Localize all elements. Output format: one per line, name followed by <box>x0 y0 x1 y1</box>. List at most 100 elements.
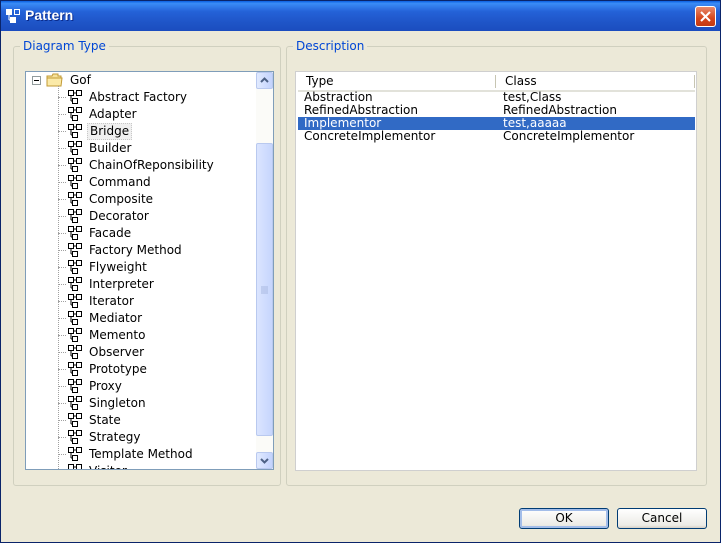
tree-node-label: Visitor <box>87 463 129 469</box>
diagram-type-tree[interactable]: Gof Abstract Factory Adapter Bridge Builder C… <box>25 71 274 470</box>
pattern-diagram-icon <box>68 158 82 172</box>
tree-connector <box>58 233 66 234</box>
tree-node-label: Flyweight <box>89 260 147 274</box>
pattern-diagram-icon <box>68 209 82 223</box>
tree-connector <box>58 284 66 285</box>
tree-node-label: Composite <box>89 192 154 206</box>
tree-connector <box>58 131 66 132</box>
pattern-diagram-icon <box>68 107 82 121</box>
tree-node-label: Gof <box>70 73 91 87</box>
pattern-diagram-icon <box>68 396 82 410</box>
tree-connector <box>58 318 66 319</box>
tree-node-label: Proxy <box>89 379 122 393</box>
pattern-diagram-icon <box>68 260 82 274</box>
ok-button[interactable]: OK <box>519 508 609 529</box>
pattern-diagram-icon <box>68 362 82 376</box>
tree-node-label: Memento <box>89 328 146 342</box>
cell-type: ConcreteImplementor <box>304 129 436 143</box>
pattern-diagram-icon <box>68 90 82 104</box>
tree-connector <box>58 386 66 387</box>
pattern-diagram-icon <box>68 345 82 359</box>
tree-connector <box>58 250 66 251</box>
collapse-icon[interactable] <box>32 76 41 85</box>
description-list[interactable]: Type Class Abstraction test,Class RefinedA… <box>295 71 697 471</box>
chevron-down-icon <box>260 458 269 464</box>
tree-connector <box>58 114 66 115</box>
pattern-diagram-icon <box>68 447 82 461</box>
tree-node-label: Adapter <box>89 107 137 121</box>
pattern-diagram-icon <box>68 328 82 342</box>
tree-connector <box>58 301 66 302</box>
tree-node-label: Builder <box>89 141 132 155</box>
tree-connector <box>58 335 66 336</box>
tree-connector <box>58 182 66 183</box>
list-row[interactable]: ConcreteImplementor ConcreteImplementor <box>298 130 695 143</box>
tree-connector-line <box>58 86 59 469</box>
tree-connector <box>58 437 66 438</box>
cell-class: ConcreteImplementor <box>503 129 635 143</box>
tree-node-label: Decorator <box>89 209 149 223</box>
tree-connector <box>58 148 66 149</box>
pattern-diagram-icon <box>68 192 82 206</box>
pattern-diagram-icon <box>68 311 82 325</box>
scroll-thumb[interactable] <box>256 143 273 436</box>
tree-connector <box>58 352 66 353</box>
column-header-type-label: Type <box>306 74 334 88</box>
tree-node-label: Prototype <box>89 362 147 376</box>
grip-icon <box>261 286 268 294</box>
tree-connector <box>58 454 66 455</box>
tree-node-label: Mediator <box>89 311 143 325</box>
scroll-up-button[interactable] <box>256 72 273 89</box>
tree-node-label: Factory Method <box>89 243 182 257</box>
tree-connector <box>58 165 66 166</box>
pattern-diagram-icon <box>68 277 82 291</box>
tree-connector <box>58 420 66 421</box>
column-separator[interactable] <box>694 75 695 88</box>
pattern-diagram-icon <box>68 124 82 138</box>
pattern-diagram-icon <box>68 464 82 469</box>
pattern-diagram-icon <box>68 379 82 393</box>
scroll-down-button[interactable] <box>256 452 273 469</box>
tree-connector <box>58 199 66 200</box>
tree-node-label: Facade <box>89 226 132 240</box>
title-bar[interactable]: Pattern <box>1 1 720 31</box>
tree-vertical-scrollbar[interactable] <box>256 72 273 469</box>
tree-connector <box>58 267 66 268</box>
pattern-diagram-icon <box>68 243 82 257</box>
pattern-diagram-icon <box>68 141 82 155</box>
tree-node-label: Strategy <box>89 430 141 444</box>
description-title: Description <box>293 39 368 53</box>
close-button[interactable] <box>695 6 716 27</box>
pattern-diagram-icon <box>68 294 82 308</box>
tree-connector <box>58 97 66 98</box>
pattern-diagram-icon <box>68 226 82 240</box>
pattern-diagram-icon <box>68 413 82 427</box>
chevron-up-icon <box>260 77 269 83</box>
pattern-app-icon <box>6 9 20 23</box>
tree-node-label: Interpreter <box>89 277 154 291</box>
pattern-diagram-icon <box>68 430 82 444</box>
column-separator[interactable] <box>495 75 496 88</box>
window-title: Pattern <box>25 7 74 23</box>
tree-node-label: Iterator <box>89 294 134 308</box>
column-header-type[interactable]: Type <box>298 73 497 90</box>
diagram-type-title: Diagram Type <box>20 39 109 53</box>
tree-connector <box>58 369 66 370</box>
tree-node-label: Command <box>89 175 151 189</box>
column-header-class-label: Class <box>505 74 537 88</box>
folder-icon <box>46 73 63 87</box>
column-header-class[interactable]: Class <box>497 73 695 90</box>
pattern-diagram-icon <box>68 175 82 189</box>
tree-connector <box>58 403 66 404</box>
tree-node-label: Bridge <box>87 123 133 140</box>
cancel-button[interactable]: Cancel <box>617 508 707 529</box>
tree-node-label: State <box>89 413 121 427</box>
tree-node-label: Observer <box>89 345 145 359</box>
tree-connector <box>58 216 66 217</box>
tree-node-label: Singleton <box>89 396 146 410</box>
tree-node-label: Template Method <box>89 447 193 461</box>
pattern-dialog: Pattern Diagram Type Gof Abstract Factor… <box>0 0 721 543</box>
tree-node-label: ChainOfReponsibility <box>89 158 214 172</box>
close-icon <box>700 11 711 22</box>
tree-node-label: Abstract Factory <box>89 90 188 104</box>
